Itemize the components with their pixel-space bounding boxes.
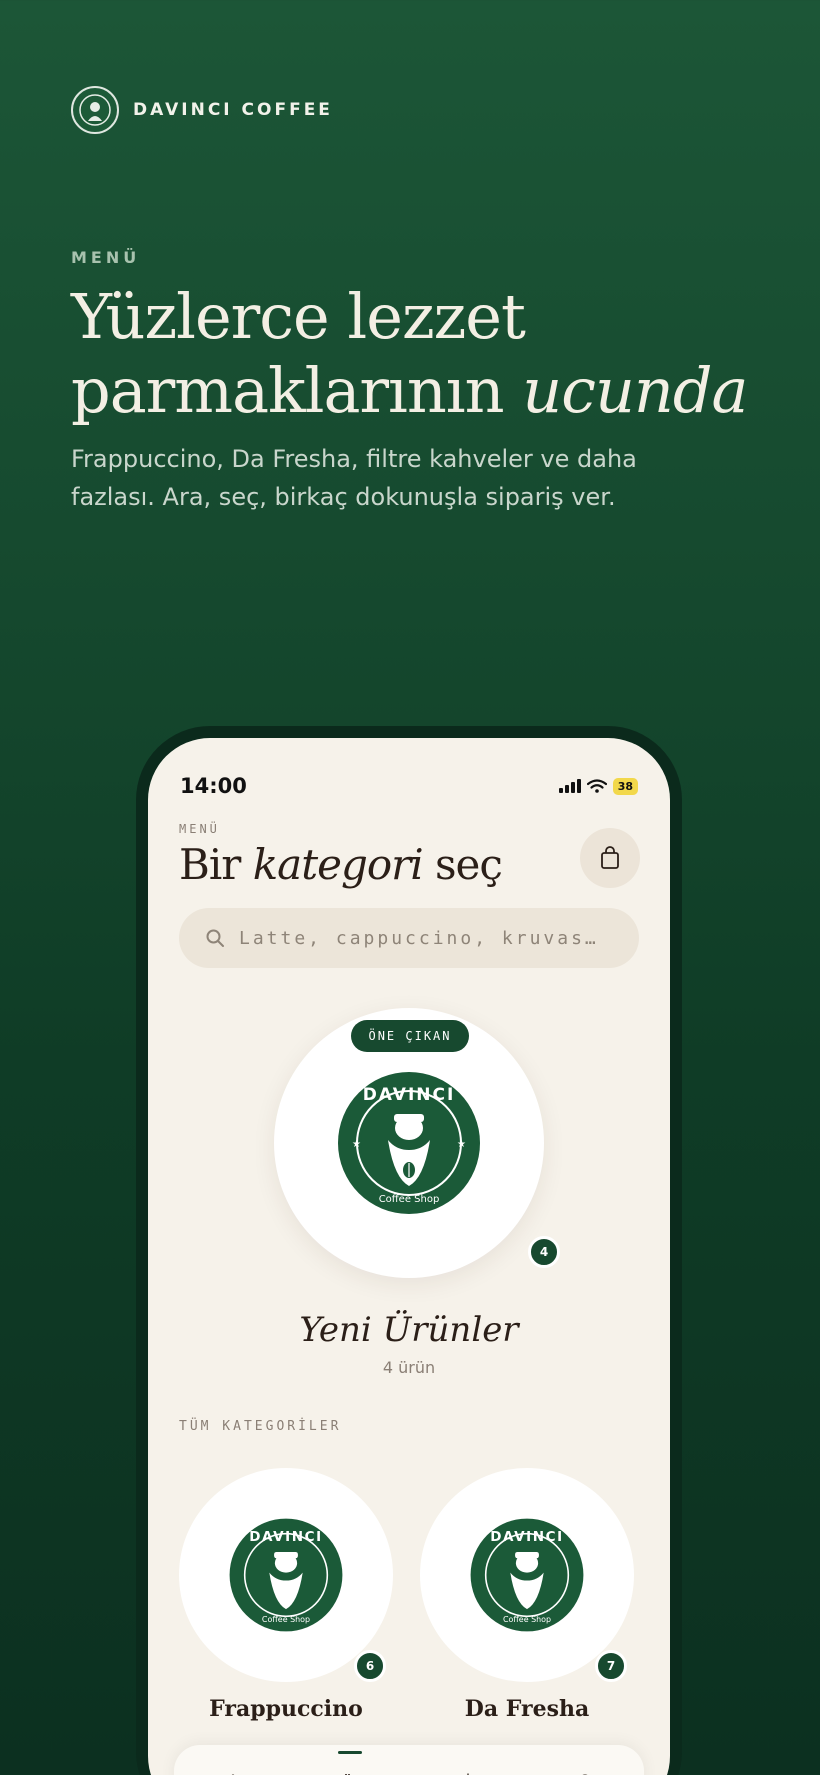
shopping-bag-icon bbox=[601, 846, 619, 869]
bottom-tab-bar bbox=[174, 1745, 644, 1775]
category-count-badge: 7 bbox=[595, 1650, 627, 1682]
phone-mockup: 14:00 38 MENÜ Bir kategori seç Latte, ca… bbox=[136, 726, 682, 1775]
category-card-da-fresha[interactable]: DAVINCI Coffee Shop bbox=[420, 1468, 634, 1682]
brand-name: DAVINCI COFFEE bbox=[133, 100, 333, 120]
svg-text:★: ★ bbox=[457, 1139, 466, 1150]
tab-menu[interactable] bbox=[330, 1751, 370, 1775]
search-bar[interactable] bbox=[179, 908, 639, 968]
featured-name: Yeni Ürünler bbox=[299, 1310, 519, 1350]
davinci-logo-icon: DAVINCI Coffee Shop bbox=[470, 1518, 584, 1632]
featured-count-badge: 4 bbox=[528, 1236, 560, 1268]
featured-count-label: 4 ürün bbox=[382, 1358, 436, 1377]
status-icons: 38 bbox=[558, 777, 638, 795]
svg-text:DAVINCI: DAVINCI bbox=[490, 1529, 564, 1545]
davinci-logo-icon: DAVINCI Coffee Shop bbox=[229, 1518, 343, 1632]
category-name: Da Fresha bbox=[464, 1696, 590, 1722]
tab-home[interactable] bbox=[213, 1763, 253, 1775]
svg-text:DAVINCI: DAVINCI bbox=[249, 1529, 323, 1545]
wifi-icon bbox=[586, 779, 607, 793]
categories-label: TÜM KATEGORİLER bbox=[179, 1419, 342, 1434]
svg-text:DAVINCI: DAVINCI bbox=[363, 1085, 456, 1105]
featured-tag: ÖNE ÇIKAN bbox=[351, 1020, 469, 1052]
svg-text:★: ★ bbox=[352, 1139, 361, 1150]
category-card-frappuccino[interactable]: DAVINCI Coffee Shop bbox=[179, 1468, 393, 1682]
hero-headline: Yüzlerce lezzet parmaklarının ucunda bbox=[71, 280, 771, 428]
category-count-badge: 6 bbox=[354, 1650, 386, 1682]
signal-icon bbox=[558, 779, 581, 793]
headline-line-2-plain: parmaklarının bbox=[71, 354, 505, 427]
svg-text:Coffee Shop: Coffee Shop bbox=[503, 1615, 551, 1624]
status-time: 14:00 bbox=[180, 774, 247, 798]
menu-eyebrow: MENÜ bbox=[179, 822, 220, 836]
tab-profile[interactable] bbox=[565, 1763, 605, 1775]
hero-subtitle: Frappuccino, Da Fresha, filtre kahveler … bbox=[71, 445, 637, 511]
menu-title-part-1: Bir bbox=[179, 840, 241, 889]
category-name: Frappuccino bbox=[209, 1696, 363, 1722]
menu-title: Bir kategori seç bbox=[179, 840, 503, 889]
headline-line-1: Yüzlerce lezzet bbox=[71, 280, 526, 353]
status-bar: 14:00 38 bbox=[180, 774, 638, 798]
brand-logo bbox=[71, 86, 119, 134]
search-icon bbox=[206, 929, 224, 947]
svg-text:Coffee Shop: Coffee Shop bbox=[379, 1194, 440, 1205]
phone-screen: 14:00 38 MENÜ Bir kategori seç Latte, ca… bbox=[148, 738, 670, 1775]
menu-title-part-2: seç bbox=[435, 840, 503, 889]
brand: DAVINCI COFFEE bbox=[71, 86, 333, 134]
davinci-logo-icon: DAVINCI Coffee Shop ★ ★ bbox=[338, 1072, 480, 1214]
search-input[interactable] bbox=[239, 927, 619, 949]
cart-button[interactable] bbox=[580, 828, 640, 888]
svg-text:Coffee Shop: Coffee Shop bbox=[262, 1615, 310, 1624]
headline-line-2-italic: ucunda bbox=[522, 354, 748, 427]
menu-title-italic: kategori bbox=[252, 840, 424, 889]
headline-line-2: parmaklarının ucunda bbox=[71, 354, 771, 428]
tab-rewards[interactable] bbox=[448, 1763, 488, 1775]
hero-eyebrow: MENÜ bbox=[71, 248, 141, 267]
battery-icon: 38 bbox=[612, 777, 638, 795]
